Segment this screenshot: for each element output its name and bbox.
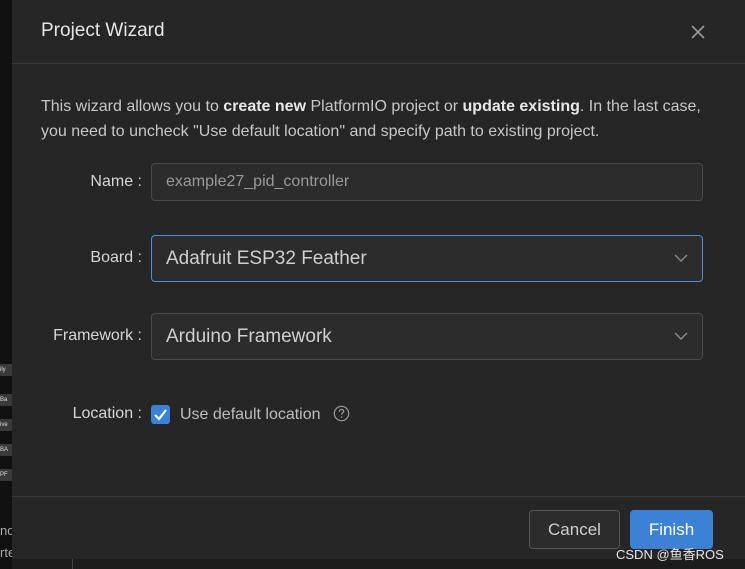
background-item: PF	[0, 469, 12, 481]
name-input[interactable]: example27_pid_controller	[151, 163, 703, 201]
help-icon[interactable]	[333, 405, 350, 422]
use-default-location-checkbox[interactable]	[151, 405, 170, 424]
board-label: Board :	[90, 249, 142, 266]
framework-label: Framework :	[53, 327, 142, 344]
chevron-down-icon	[674, 254, 688, 262]
chevron-down-icon	[674, 332, 688, 340]
background-sidebar: ily Ba ive BA PF nd rte	[0, 0, 12, 569]
background-item: ive	[0, 419, 12, 431]
background-item: ily	[0, 364, 12, 376]
project-wizard-dialog: Project Wizard This wizard allows you to…	[12, 0, 745, 559]
background-text: rte	[0, 545, 12, 560]
background-divider	[72, 559, 73, 569]
background-item: Ba	[0, 394, 12, 406]
wizard-description: This wizard allows you to create new Pla…	[41, 98, 701, 140]
dialog-title: Project Wizard	[41, 20, 165, 41]
dialog-header: Project Wizard	[12, 0, 745, 64]
location-label: Location :	[72, 405, 142, 422]
close-icon	[691, 25, 705, 39]
close-button[interactable]	[688, 22, 708, 42]
board-select-value: Adafruit ESP32 Feather	[166, 248, 367, 269]
framework-select-value: Arduino Framework	[166, 326, 332, 347]
use-default-location-label[interactable]: Use default location	[180, 405, 321, 424]
background-item: BA	[0, 444, 12, 456]
framework-select[interactable]: Arduino Framework	[151, 313, 703, 360]
checkmark-icon	[154, 409, 167, 421]
cancel-button[interactable]: Cancel	[529, 510, 620, 549]
watermark: CSDN @鱼香ROS	[616, 547, 724, 562]
board-select[interactable]: Adafruit ESP32 Feather	[151, 235, 703, 282]
name-label: Name :	[90, 173, 142, 190]
background-text: nd	[0, 523, 12, 538]
